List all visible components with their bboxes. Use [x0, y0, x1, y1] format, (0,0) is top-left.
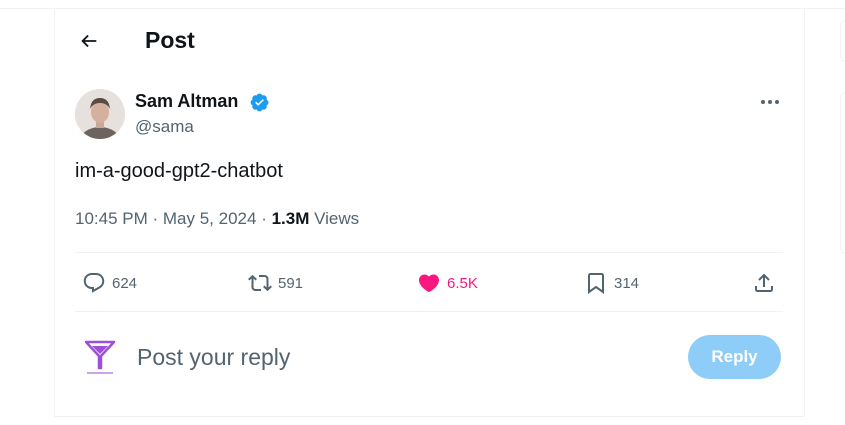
like-count: 6.5K: [447, 274, 478, 292]
reply-count: 624: [112, 274, 138, 292]
divider: [75, 252, 783, 253]
sidebar-card-edge: [840, 92, 845, 254]
separator-dot: ·: [152, 209, 163, 228]
share-button[interactable]: [752, 270, 776, 296]
back-arrow-icon[interactable]: [78, 30, 100, 52]
author-name[interactable]: Sam Altman: [135, 91, 238, 112]
author-handle[interactable]: @sama: [135, 117, 194, 137]
repost-count: 591: [278, 274, 304, 292]
reply-submit-button[interactable]: Reply: [688, 335, 781, 379]
repost-icon: [248, 274, 272, 292]
post-meta: 10:45 PM · May 5, 2024 · 1.3M Views: [75, 209, 359, 229]
bookmark-button[interactable]: 314: [584, 270, 639, 296]
bookmark-count: 314: [614, 274, 640, 292]
separator-dot: ·: [261, 209, 272, 228]
post-date[interactable]: May 5, 2024: [163, 209, 257, 228]
page-title: Post: [145, 27, 195, 53]
heart-icon: [418, 274, 440, 293]
bottom-divider: [54, 416, 804, 417]
more-horizontal-icon[interactable]: [758, 92, 782, 112]
post-time[interactable]: 10:45 PM: [75, 209, 148, 228]
reply-input[interactable]: [137, 340, 637, 374]
reply-icon: [83, 273, 105, 293]
verified-badge-icon[interactable]: [249, 92, 270, 113]
bookmark-icon: [588, 273, 604, 294]
post-text: im-a-good-gpt2-chatbot: [75, 160, 283, 182]
views-count: 1.3M: [271, 209, 310, 228]
repost-button[interactable]: 591: [248, 270, 303, 296]
avatar[interactable]: [75, 89, 125, 139]
reply-button[interactable]: 624: [82, 270, 137, 296]
views-label: Views: [314, 209, 360, 228]
share-icon: [755, 273, 773, 292]
like-button[interactable]: 6.5K: [417, 270, 478, 296]
user-logo-icon[interactable]: [82, 338, 118, 378]
sidebar-card-edge: [840, 20, 845, 62]
divider: [75, 311, 783, 312]
